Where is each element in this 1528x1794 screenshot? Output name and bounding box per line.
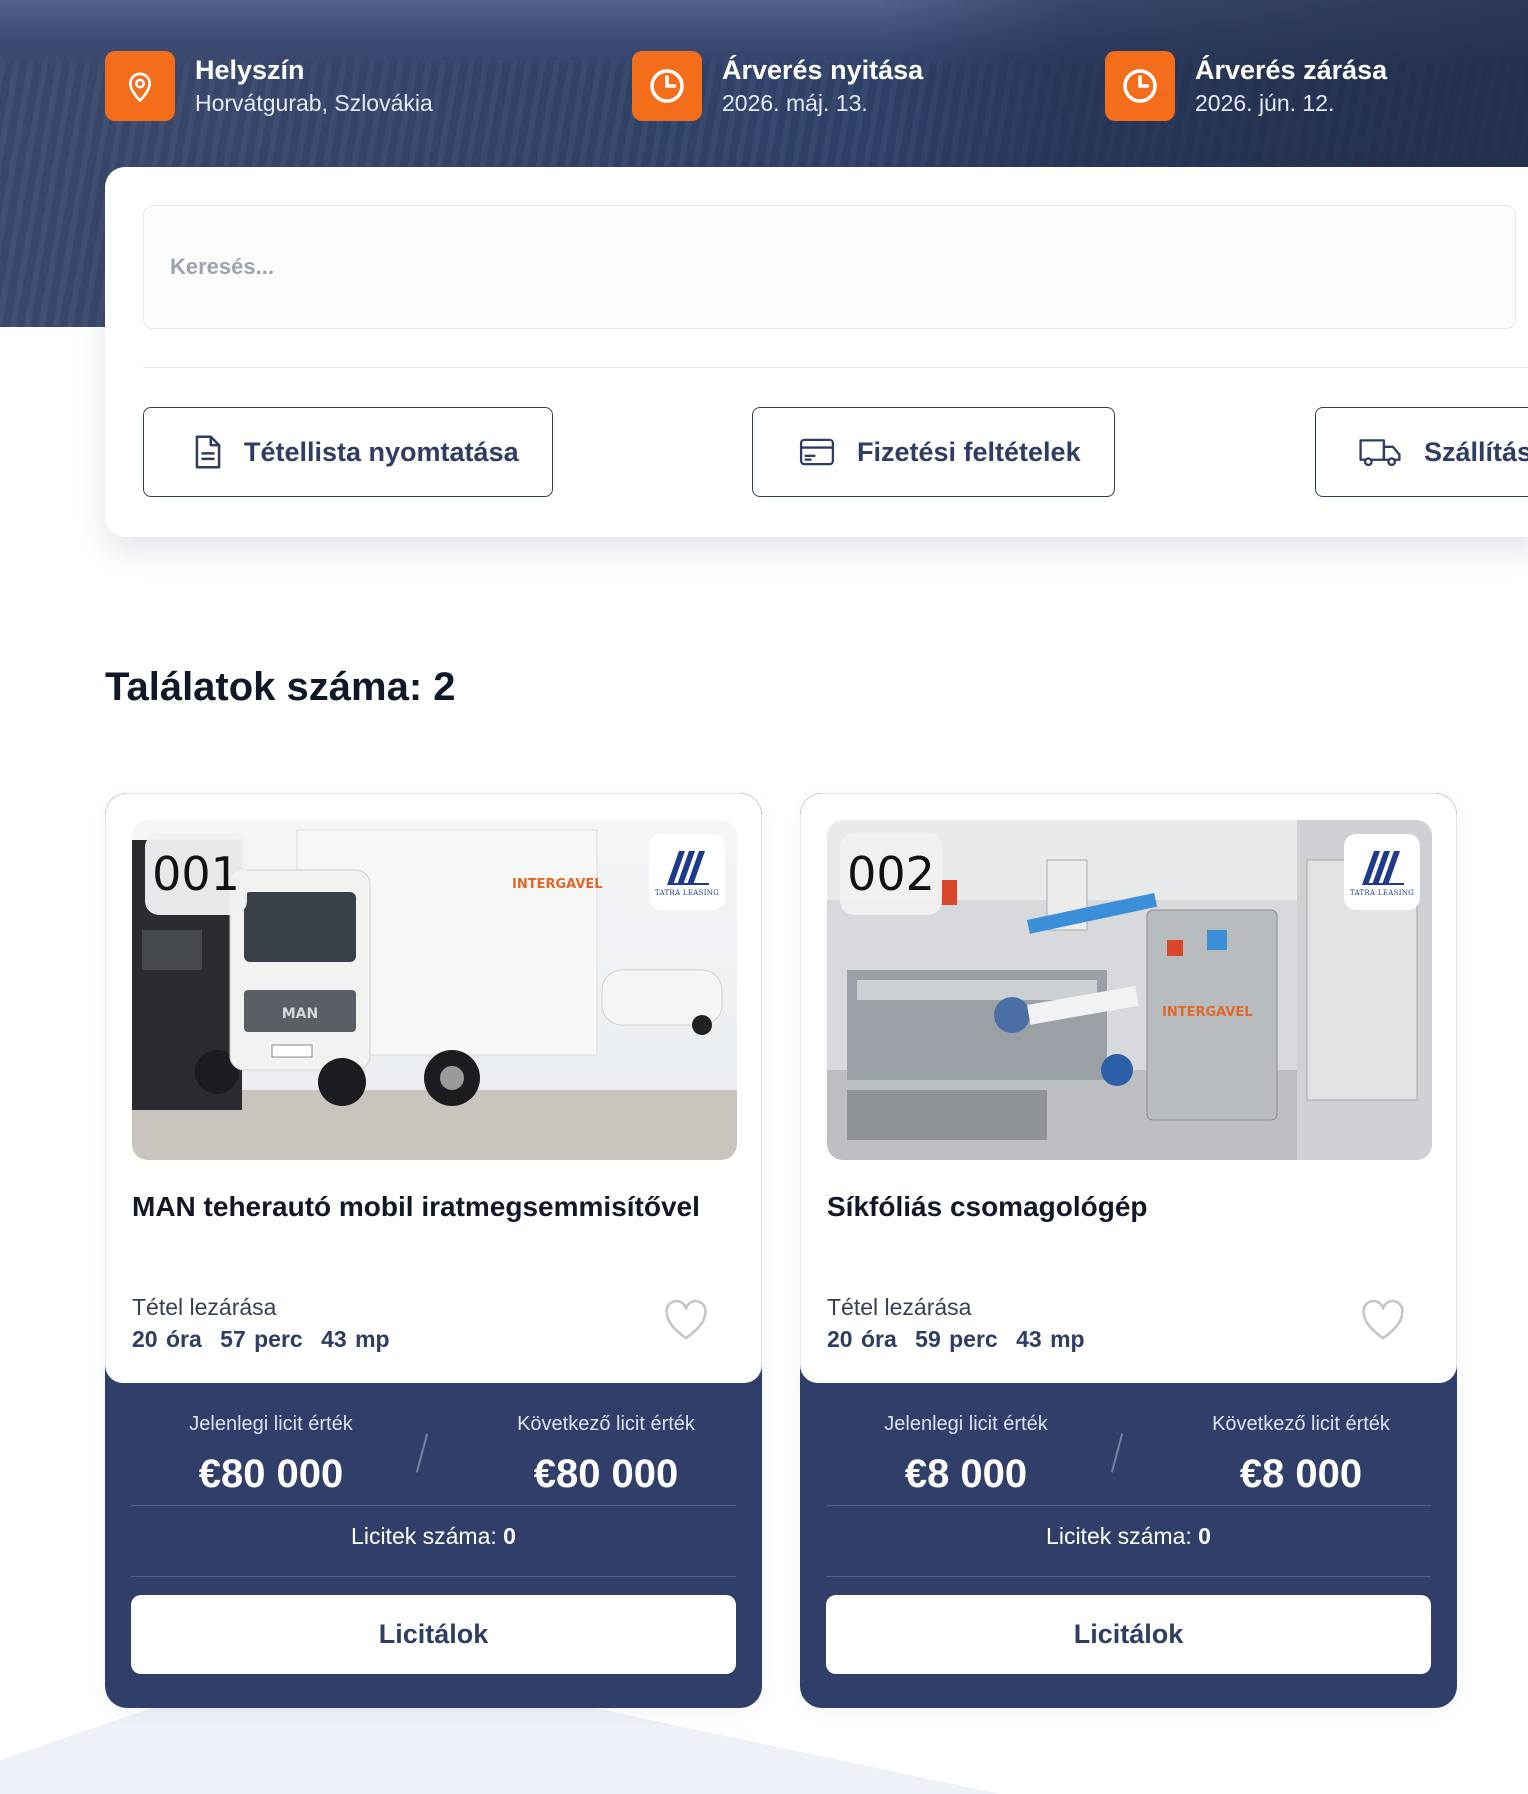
next-bid: Következő licit érték €8 000 xyxy=(1151,1413,1451,1497)
countdown-hours: 20 óra xyxy=(132,1326,202,1352)
tatra-leasing-logo-mark xyxy=(667,851,709,885)
divider xyxy=(143,367,1528,368)
lot-card[interactable]: MAN INTERGAVEL 001 TATRA LEASING MAN teh… xyxy=(105,793,762,1708)
results-count-heading: Találatok száma: 2 xyxy=(105,665,456,709)
location-info: Helyszín Horvátgurab, Szlovákia xyxy=(105,51,433,121)
countdown-minutes: 59 perc xyxy=(915,1326,998,1352)
current-bid: Jelenlegi licit érték €80 000 xyxy=(121,1413,421,1497)
lot-card[interactable]: INTERGAVEL 002 TATRA LEASING Síkfóliás c… xyxy=(800,793,1457,1708)
bid-panel: Jelenlegi licit érték €8 000 Következő l… xyxy=(800,1383,1457,1708)
current-bid-value: €80 000 xyxy=(198,1452,344,1496)
current-bid-label: Jelenlegi licit érték xyxy=(189,1413,353,1435)
divider xyxy=(826,1505,1431,1506)
credit-card-icon xyxy=(799,438,835,466)
next-bid-value: €80 000 xyxy=(533,1452,679,1496)
closing-value: 2026. jún. 12. xyxy=(1195,90,1335,116)
opening-info: Árverés nyitása 2026. máj. 13. xyxy=(632,51,923,121)
lot-countdown: 20 óra 59 perc 43 mp xyxy=(827,1326,1095,1353)
shipping-label: Szállítás xyxy=(1424,436,1528,467)
bid-count: Licitek száma: 0 xyxy=(105,1523,762,1550)
tatra-leasing-logo: TATRA LEASING xyxy=(1344,834,1420,910)
lot-title[interactable]: MAN teherautó mobil iratmegsemmisítővel xyxy=(132,1189,742,1225)
bid-count-label: Licitek száma: xyxy=(351,1523,497,1549)
lot-countdown: 20 óra 57 perc 43 mp xyxy=(132,1326,400,1353)
favorite-heart-icon[interactable] xyxy=(663,1299,709,1346)
bid-count-value: 0 xyxy=(503,1523,516,1549)
location-value: Horvátgurab, Szlovákia xyxy=(195,90,433,116)
favorite-heart-icon[interactable] xyxy=(1360,1299,1406,1346)
current-bid-label: Jelenlegi licit érték xyxy=(884,1413,1048,1435)
divider xyxy=(826,1576,1431,1577)
search-panel: Tétellista nyomtatása Fizetési feltétele… xyxy=(105,167,1528,537)
svg-text:INTERGAVEL: INTERGAVEL xyxy=(512,877,603,892)
countdown-seconds: 43 mp xyxy=(321,1326,390,1352)
svg-text:MAN: MAN xyxy=(282,1006,318,1022)
opening-value: 2026. máj. 13. xyxy=(722,90,868,116)
bid-panel: Jelenlegi licit érték €80 000 Következő … xyxy=(105,1383,762,1708)
lot-card-body: MAN INTERGAVEL 001 TATRA LEASING MAN teh… xyxy=(105,793,762,1383)
lot-photo[interactable]: INTERGAVEL 002 TATRA LEASING xyxy=(827,820,1432,1160)
print-lot-list-label: Tétellista nyomtatása xyxy=(244,436,519,467)
next-bid-value: €8 000 xyxy=(1239,1452,1363,1496)
search-box[interactable] xyxy=(143,205,1516,329)
next-bid-label: Következő licit érték xyxy=(517,1413,695,1435)
lot-number: 002 xyxy=(840,833,942,915)
bid-count: Licitek száma: 0 xyxy=(800,1523,1457,1550)
brand-text: TATRA LEASING xyxy=(654,889,720,897)
lot-photo[interactable]: MAN INTERGAVEL 001 TATRA LEASING xyxy=(132,820,737,1160)
countdown-hours: 20 óra xyxy=(827,1326,897,1352)
document-icon xyxy=(194,434,222,470)
divider xyxy=(131,1505,736,1506)
tatra-leasing-logo-mark xyxy=(1362,851,1404,885)
bid-count-label: Licitek száma: xyxy=(1046,1523,1192,1549)
page: Helyszín Horvátgurab, Szlovákia Árverés … xyxy=(0,0,1528,1794)
map-pin-icon xyxy=(105,51,175,121)
tatra-leasing-logo: TATRA LEASING xyxy=(649,834,725,910)
lot-number: 001 xyxy=(145,833,247,915)
current-bid-value: €8 000 xyxy=(904,1452,1028,1496)
divider xyxy=(131,1576,736,1577)
next-bid-label: Következő licit érték xyxy=(1212,1413,1390,1435)
lot-card-body: INTERGAVEL 002 TATRA LEASING Síkfóliás c… xyxy=(800,793,1457,1383)
opening-label: Árverés nyitása xyxy=(722,55,924,85)
clock-icon xyxy=(1105,51,1175,121)
print-lot-list-button[interactable]: Tétellista nyomtatása xyxy=(143,407,553,497)
countdown-minutes: 57 perc xyxy=(220,1326,303,1352)
location-label: Helyszín xyxy=(195,55,305,85)
countdown-seconds: 43 mp xyxy=(1016,1326,1085,1352)
payment-terms-button[interactable]: Fizetési feltételek xyxy=(752,407,1115,497)
payment-terms-label: Fizetési feltételek xyxy=(857,436,1081,467)
bid-count-value: 0 xyxy=(1198,1523,1211,1549)
lot-close-label: Tétel lezárása xyxy=(827,1294,972,1320)
place-bid-button[interactable]: Licitálok xyxy=(131,1595,736,1674)
next-bid: Következő licit érték €80 000 xyxy=(456,1413,756,1497)
shipping-button[interactable]: Szállítás xyxy=(1315,407,1528,497)
lot-close-label: Tétel lezárása xyxy=(132,1294,277,1320)
svg-text:INTERGAVEL: INTERGAVEL xyxy=(1162,1005,1253,1020)
closing-info: Árverés zárása 2026. jún. 12. xyxy=(1105,51,1387,121)
brand-text: TATRA LEASING xyxy=(1349,889,1415,897)
closing-label: Árverés zárása xyxy=(1195,55,1388,85)
search-input[interactable] xyxy=(170,254,1515,280)
lot-title[interactable]: Síkfóliás csomagológép xyxy=(827,1189,1437,1225)
truck-icon xyxy=(1358,436,1402,468)
current-bid: Jelenlegi licit érték €8 000 xyxy=(816,1413,1116,1497)
place-bid-button[interactable]: Licitálok xyxy=(826,1595,1431,1674)
clock-icon xyxy=(632,51,702,121)
